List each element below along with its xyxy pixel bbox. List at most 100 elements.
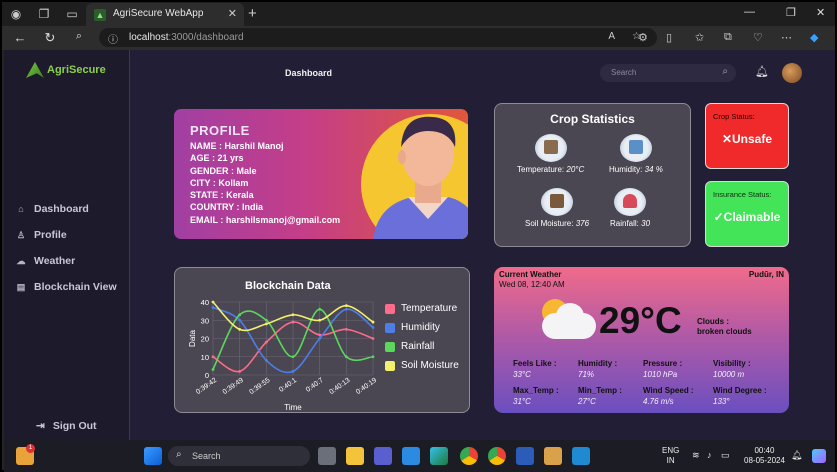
vscode-icon[interactable] bbox=[572, 447, 590, 465]
profile-icon[interactable]: ◉ bbox=[8, 6, 24, 22]
restore-button[interactable]: ❐ bbox=[786, 6, 796, 19]
search-icon: ⌕ bbox=[176, 449, 182, 460]
refresh-button[interactable]: ↻ bbox=[42, 30, 58, 46]
data-point bbox=[291, 320, 295, 324]
data-point bbox=[371, 326, 375, 329]
y-tick-label: 0 bbox=[205, 371, 209, 380]
agrisecure-favicon: ▲ bbox=[94, 9, 106, 21]
file-explorer-icon[interactable] bbox=[346, 447, 364, 465]
legend-item[interactable]: Rainfall bbox=[385, 337, 459, 356]
temperature-value: 20°C bbox=[566, 165, 585, 174]
sign-out-label: Sign Out bbox=[52, 420, 97, 432]
workspaces-icon[interactable]: ❐ bbox=[36, 6, 52, 22]
y-tick-label: 10 bbox=[201, 353, 209, 362]
data-point bbox=[211, 306, 215, 309]
data-point bbox=[211, 300, 215, 304]
sidebar-item-label: Weather bbox=[34, 255, 76, 267]
chart-legend: Temperature Humidity Rainfall Soil Moisture bbox=[385, 299, 459, 375]
legend-item[interactable]: Temperature bbox=[385, 299, 459, 318]
chrome-profile-icon[interactable] bbox=[488, 447, 506, 465]
avatar[interactable] bbox=[782, 63, 802, 83]
legend-item[interactable]: Soil Moisture bbox=[385, 356, 459, 375]
copilot-taskbar-icon[interactable] bbox=[812, 449, 826, 463]
notification-icon[interactable]: 🔔︎ bbox=[791, 450, 802, 460]
sign-out-icon: ⇥ bbox=[36, 420, 45, 432]
data-point bbox=[264, 322, 268, 326]
app-logo[interactable]: AgriSecure bbox=[26, 62, 106, 78]
stat-temperature: Temperature: 20°C bbox=[517, 134, 584, 174]
legend-item[interactable]: Humidity bbox=[385, 318, 459, 337]
x-tick-label: 0:40:7 bbox=[305, 377, 325, 394]
mail-icon[interactable] bbox=[402, 447, 420, 465]
current-weather-card: Current Weather Wed 08, 12:40 AM Pudūr, … bbox=[494, 267, 789, 413]
start-icon[interactable] bbox=[144, 447, 162, 465]
back-button[interactable]: ← bbox=[12, 30, 28, 45]
search-icon[interactable]: ⌕ bbox=[71, 30, 87, 43]
package-icon[interactable] bbox=[544, 447, 562, 465]
chrome-icon[interactable] bbox=[460, 447, 478, 465]
new-tab-button[interactable]: + bbox=[248, 5, 257, 22]
sidebar-item-label: Dashboard bbox=[34, 203, 89, 215]
clock[interactable]: 00:40 08-05-2024 bbox=[744, 446, 785, 466]
url-field[interactable]: ⓘ localhost:3000/dashboard A ☆ bbox=[99, 28, 657, 47]
read-aloud-icon[interactable]: A bbox=[608, 31, 615, 42]
data-point bbox=[371, 320, 375, 324]
profile-gender: GENDER : Male bbox=[190, 165, 257, 176]
tab-actions-icon[interactable]: ▭ bbox=[64, 6, 80, 22]
language-indicator[interactable]: ENG IN bbox=[662, 446, 679, 466]
close-tab-icon[interactable]: ✕ bbox=[228, 7, 237, 20]
copilot-icon[interactable]: ◆ bbox=[810, 31, 818, 44]
search-box[interactable]: Search ⌕ bbox=[600, 64, 736, 82]
notification-bell-icon[interactable]: 🔔︎ bbox=[755, 65, 769, 78]
cloud-base-icon bbox=[542, 313, 596, 339]
more-menu-icon[interactable]: ⋯ bbox=[781, 31, 792, 44]
sidebar-item-weather[interactable]: ☁ Weather bbox=[16, 255, 76, 267]
sidebar-item-dashboard[interactable]: ⌂ Dashboard bbox=[16, 203, 89, 215]
address-bar: ← ↻ ⌕ ⓘ localhost:3000/dashboard A ☆ ⚙ ▯… bbox=[2, 26, 835, 50]
weather-clouds: Clouds : broken clouds bbox=[697, 317, 752, 336]
weather-wind-speed: Wind Speed :4.76 m/s bbox=[643, 386, 694, 406]
search-icon[interactable]: ⌕ bbox=[722, 66, 728, 77]
teams-icon[interactable] bbox=[374, 447, 392, 465]
battery-icon[interactable]: ▭ bbox=[721, 450, 730, 460]
browser-window: ◉ ❐ ▭ ▲ AgriSecure WebApp ✕ + — ❐ ✕ ← ↻ … bbox=[0, 0, 837, 472]
minimize-button[interactable]: — bbox=[744, 6, 755, 18]
notification-badge: 1 bbox=[26, 444, 35, 453]
split-screen-icon[interactable]: ▯ bbox=[666, 31, 672, 44]
taskbar-search[interactable]: ⌕ Search bbox=[168, 446, 310, 466]
crop-statistics-title: Crop Statistics bbox=[550, 112, 635, 126]
network-icon[interactable]: ≋ bbox=[692, 450, 700, 460]
extension-icon[interactable]: ⚙ bbox=[638, 31, 648, 44]
site-info-icon[interactable]: ⓘ bbox=[108, 31, 118, 46]
page-title: Dashboard bbox=[285, 68, 333, 78]
browser-essentials-icon[interactable]: ♡ bbox=[753, 31, 763, 44]
edge-icon[interactable] bbox=[430, 447, 448, 465]
data-point bbox=[318, 307, 322, 311]
volume-icon[interactable]: ♪ bbox=[707, 450, 712, 460]
insurance-status-card: Insurance Status: ✓Claimable bbox=[705, 181, 789, 247]
crop-status-value: ✕Unsafe bbox=[721, 132, 773, 146]
collections-icon[interactable]: ⧉ bbox=[724, 31, 732, 44]
favorites-icon[interactable]: ✩ bbox=[695, 31, 704, 44]
data-point bbox=[238, 327, 242, 331]
cross-icon: ✕ bbox=[721, 132, 733, 146]
browser-tab[interactable]: ▲ AgriSecure WebApp ✕ bbox=[86, 3, 244, 26]
humidity-value: 34 % bbox=[644, 165, 663, 174]
sign-out-button[interactable]: ⇥ Sign Out bbox=[36, 420, 97, 432]
soil-value: 376 bbox=[575, 219, 590, 228]
profile-state: STATE : Kerala bbox=[190, 190, 254, 201]
search-input[interactable]: Search bbox=[611, 68, 636, 77]
app-root: AgriSecure ⌂ Dashboard ♙ Profile ☁ Weath… bbox=[4, 50, 835, 440]
word-icon[interactable] bbox=[516, 447, 534, 465]
y-tick-label: 20 bbox=[201, 335, 209, 344]
sidebar-item-label: Profile bbox=[34, 229, 67, 241]
profile-avatar-illustration bbox=[361, 114, 468, 239]
weather-datetime: Wed 08, 12:40 AM bbox=[499, 280, 565, 289]
sidebar-item-profile[interactable]: ♙ Profile bbox=[16, 229, 67, 241]
task-view-icon[interactable] bbox=[318, 447, 336, 465]
person-icon: ♙ bbox=[16, 229, 26, 240]
weather-heading: Current Weather bbox=[499, 270, 562, 279]
weather-humidity: Humidity :71% bbox=[578, 359, 618, 379]
close-window-button[interactable]: ✕ bbox=[816, 6, 825, 19]
sidebar-item-blockchain-view[interactable]: ▤ Blockchain View bbox=[16, 281, 117, 293]
